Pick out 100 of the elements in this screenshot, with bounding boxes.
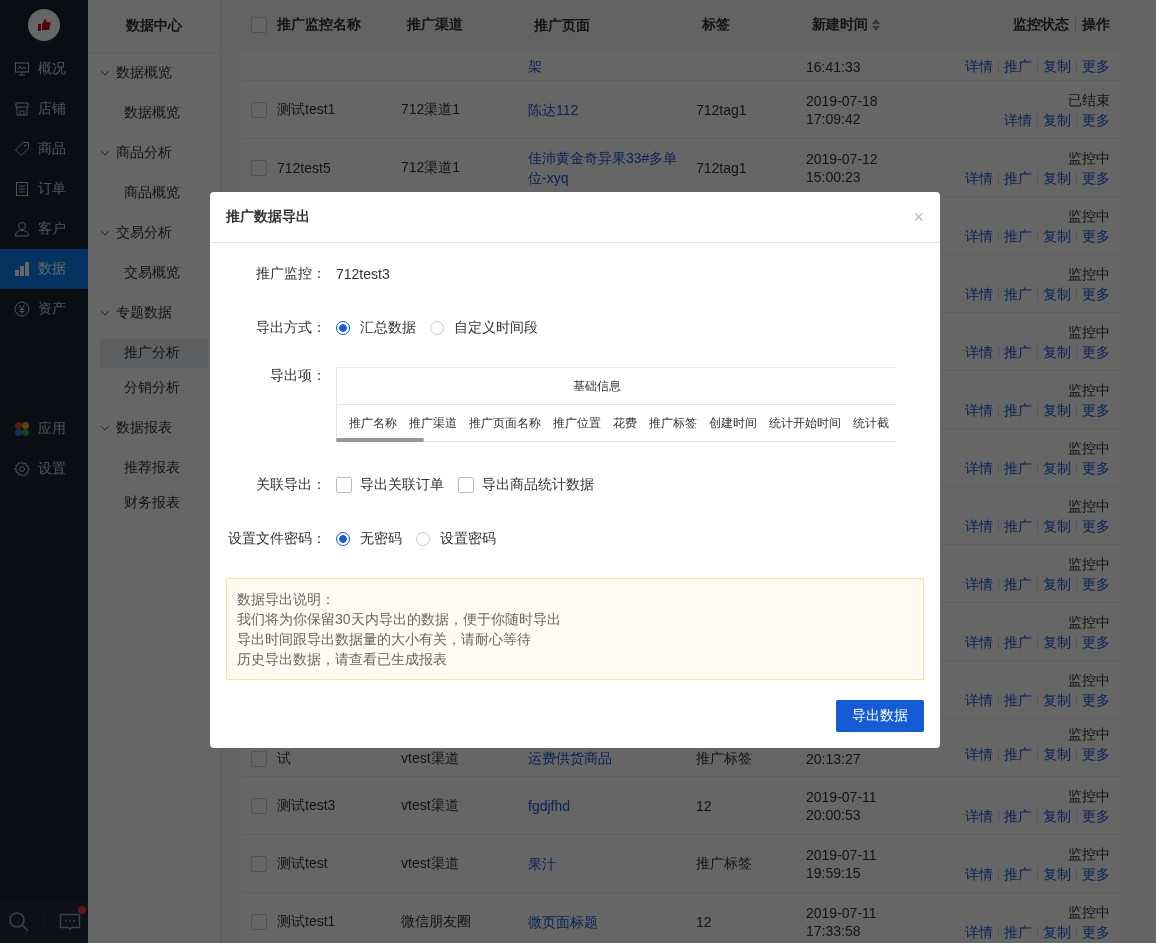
- action-link[interactable]: 详情: [965, 573, 993, 594]
- action-link[interactable]: 复制: [1043, 225, 1071, 246]
- action-link[interactable]: 详情: [965, 399, 993, 420]
- action-link[interactable]: 详情: [965, 457, 993, 478]
- action-link[interactable]: 详情: [965, 689, 993, 710]
- submenu-item[interactable]: 交易概览: [100, 258, 208, 288]
- action-link[interactable]: 更多: [1082, 56, 1110, 76]
- action-link[interactable]: 推广: [1004, 743, 1032, 764]
- export-button[interactable]: 导出数据: [836, 700, 924, 732]
- action-link[interactable]: 详情: [1004, 109, 1032, 130]
- action-link[interactable]: 详情: [965, 921, 993, 942]
- action-link[interactable]: 详情: [965, 863, 993, 884]
- action-link[interactable]: 复制: [1043, 805, 1071, 826]
- action-link[interactable]: 更多: [1082, 109, 1110, 130]
- action-link[interactable]: 更多: [1082, 631, 1110, 652]
- action-link[interactable]: 更多: [1082, 921, 1110, 942]
- action-link[interactable]: 复制: [1043, 109, 1071, 130]
- submenu-item[interactable]: 推荐报表: [100, 453, 208, 483]
- nav-item[interactable]: 商品: [0, 129, 88, 169]
- action-link[interactable]: 复制: [1043, 515, 1071, 536]
- radio-label[interactable]: 无密码: [360, 530, 402, 548]
- submenu-group[interactable]: 交易分析: [88, 213, 220, 253]
- action-link[interactable]: 推广: [1004, 283, 1032, 304]
- page-link[interactable]: 微页面标题: [528, 911, 686, 932]
- submenu-item[interactable]: 数据概览: [100, 98, 208, 128]
- nav-item[interactable]: 设置: [0, 449, 88, 489]
- action-link[interactable]: 推广: [1004, 689, 1032, 710]
- action-link[interactable]: 详情: [965, 283, 993, 304]
- action-link[interactable]: 复制: [1043, 631, 1071, 652]
- chat-icon[interactable]: [59, 911, 81, 933]
- page-link[interactable]: 运费供货商品: [528, 748, 686, 768]
- action-link[interactable]: 推广: [1004, 573, 1032, 594]
- action-link[interactable]: 推广: [1004, 631, 1032, 652]
- action-link[interactable]: 复制: [1043, 743, 1071, 764]
- checkbox[interactable]: [458, 477, 474, 493]
- submenu-group[interactable]: 数据报表: [88, 408, 220, 448]
- close-button[interactable]: ×: [913, 206, 924, 228]
- action-link[interactable]: 推广: [1004, 457, 1032, 478]
- checkbox-label[interactable]: 导出关联订单: [360, 476, 444, 494]
- action-link[interactable]: 复制: [1043, 399, 1071, 420]
- action-link[interactable]: 详情: [965, 341, 993, 362]
- action-link[interactable]: 更多: [1082, 515, 1110, 536]
- action-link[interactable]: 复制: [1043, 283, 1071, 304]
- search-icon[interactable]: [8, 911, 30, 933]
- checkbox-label[interactable]: 导出商品统计数据: [482, 476, 594, 494]
- action-link[interactable]: 推广: [1004, 399, 1032, 420]
- action-link[interactable]: 复制: [1043, 341, 1071, 362]
- page-link[interactable]: 陈达112: [528, 99, 686, 120]
- action-link[interactable]: 推广: [1004, 341, 1032, 362]
- submenu-item[interactable]: 财务报表: [100, 488, 208, 518]
- action-link[interactable]: 更多: [1082, 689, 1110, 710]
- sort-icon[interactable]: [871, 18, 881, 32]
- action-link[interactable]: 复制: [1043, 56, 1071, 76]
- submenu-group[interactable]: 商品分析: [88, 133, 220, 173]
- nav-item[interactable]: 数据: [0, 249, 88, 289]
- action-link[interactable]: 复制: [1043, 167, 1071, 188]
- page-link[interactable]: 果汁: [528, 853, 686, 874]
- action-link[interactable]: 更多: [1082, 167, 1110, 188]
- action-link[interactable]: 复制: [1043, 457, 1071, 478]
- action-link[interactable]: 详情: [965, 805, 993, 826]
- action-link[interactable]: 详情: [965, 225, 993, 246]
- action-link[interactable]: 推广: [1004, 805, 1032, 826]
- radio-button[interactable]: [336, 321, 350, 335]
- checkbox[interactable]: [336, 477, 352, 493]
- action-link[interactable]: 推广: [1004, 167, 1032, 188]
- action-link[interactable]: 详情: [965, 743, 993, 764]
- action-link[interactable]: 推广: [1004, 515, 1032, 536]
- nav-item[interactable]: 订单: [0, 169, 88, 209]
- nav-item[interactable]: 资产: [0, 289, 88, 329]
- submenu-group[interactable]: 专题数据: [88, 293, 220, 333]
- nav-item[interactable]: 客户: [0, 209, 88, 249]
- radio-label[interactable]: 汇总数据: [360, 319, 416, 337]
- radio-label[interactable]: 设置密码: [440, 530, 496, 548]
- submenu-group[interactable]: 数据概览: [88, 53, 220, 93]
- radio-label[interactable]: 自定义时间段: [454, 319, 538, 337]
- action-link[interactable]: 更多: [1082, 863, 1110, 884]
- column-header[interactable]: 新建时间: [812, 16, 932, 34]
- action-link[interactable]: 更多: [1082, 573, 1110, 594]
- action-link[interactable]: 详情: [965, 56, 993, 76]
- logo-icon[interactable]: [28, 9, 60, 41]
- submenu-item[interactable]: 分销分析: [100, 373, 208, 403]
- nav-item[interactable]: 概况: [0, 49, 88, 89]
- action-link[interactable]: 详情: [965, 515, 993, 536]
- nav-item[interactable]: 店铺: [0, 89, 88, 129]
- action-link[interactable]: 更多: [1082, 743, 1110, 764]
- action-link[interactable]: 更多: [1082, 283, 1110, 304]
- scrollbar-thumb[interactable]: [336, 438, 424, 442]
- action-link[interactable]: 更多: [1082, 805, 1110, 826]
- action-link[interactable]: 推广: [1004, 863, 1032, 884]
- action-link[interactable]: 复制: [1043, 863, 1071, 884]
- action-link[interactable]: 详情: [965, 631, 993, 652]
- page-link[interactable]: 架: [528, 56, 686, 76]
- submenu-item[interactable]: 推广分析: [100, 338, 208, 368]
- action-link[interactable]: 复制: [1043, 921, 1071, 942]
- action-link[interactable]: 更多: [1082, 225, 1110, 246]
- action-link[interactable]: 更多: [1082, 399, 1110, 420]
- action-link[interactable]: 更多: [1082, 457, 1110, 478]
- submenu-item[interactable]: 商品概览: [100, 178, 208, 208]
- action-link[interactable]: 推广: [1004, 921, 1032, 942]
- action-link[interactable]: 推广: [1004, 56, 1032, 76]
